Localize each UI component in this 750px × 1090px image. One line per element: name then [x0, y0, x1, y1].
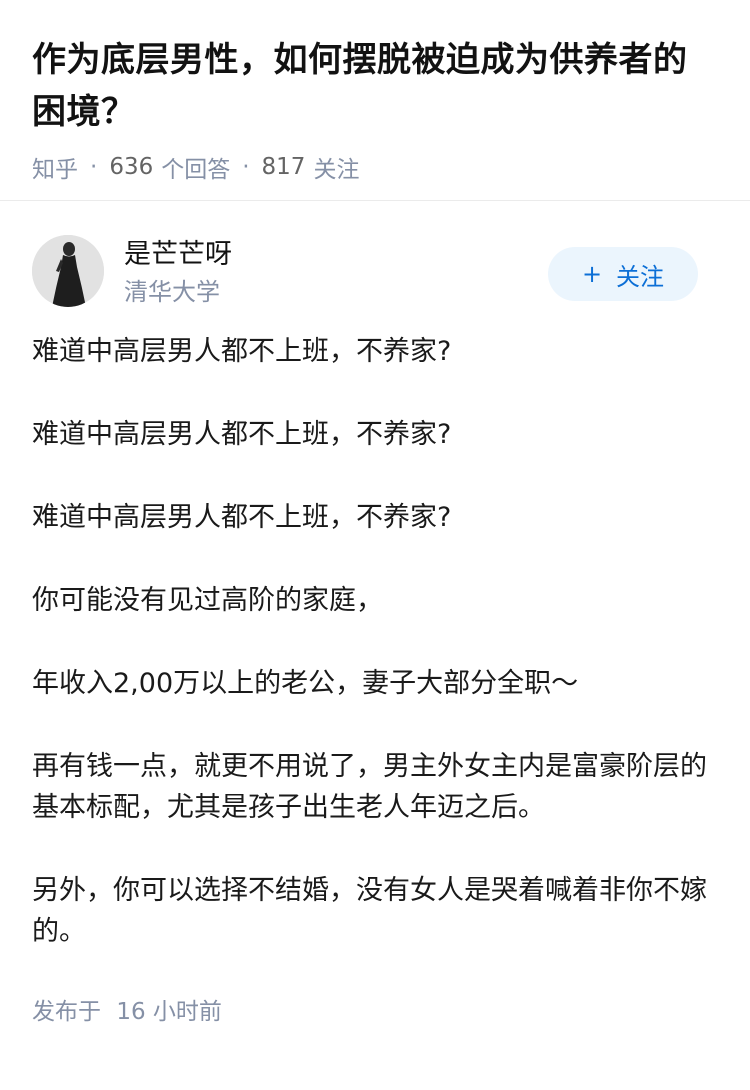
answer-paragraph: 年收入2,00万以上的老公，妻子大部分全职～ — [32, 668, 579, 699]
answer-count: 636 — [109, 154, 154, 180]
author-school: 清华大学 — [124, 278, 220, 306]
author-card: 是芒芒呀 清华大学 + 关注 — [0, 201, 750, 321]
question-header: 作为底层男性，如何摆脱被迫成为供养者的困境？ 知乎 · 636 个回答 · 81… — [0, 0, 750, 200]
answer-paragraph: 再有钱一点，就更不用说了，男主外女主内是富豪阶层的基本标配，尤其是孩子出生老人年… — [32, 751, 707, 823]
meta-separator: · — [242, 154, 250, 180]
avatar[interactable] — [32, 235, 104, 307]
meta-separator: · — [90, 154, 98, 180]
avatar-image — [32, 235, 104, 307]
published-label: 发布于 — [32, 999, 101, 1025]
answer-publish-time: 发布于 16 小时前 — [0, 992, 750, 1026]
question-title[interactable]: 作为底层男性，如何摆脱被迫成为供养者的困境？ — [32, 34, 718, 138]
follower-count-label[interactable]: 关注 — [313, 150, 359, 184]
author-name[interactable]: 是芒芒呀 — [124, 237, 232, 273]
question-meta: 知乎 · 636 个回答 · 817 关注 — [32, 150, 718, 184]
site-name[interactable]: 知乎 — [32, 150, 78, 184]
answer-paragraph: 难道中高层男人都不上班，不养家? — [32, 502, 452, 533]
follow-button[interactable]: + 关注 — [548, 247, 698, 301]
answer-paragraph: 难道中高层男人都不上班，不养家? — [32, 336, 452, 367]
answer-count-label[interactable]: 个回答 — [161, 150, 230, 184]
follower-count: 817 — [261, 154, 306, 180]
plus-icon: + — [581, 260, 603, 288]
author-info: 是芒芒呀 清华大学 — [124, 235, 232, 309]
answer-paragraph: 另外，你可以选择不结婚，没有女人是哭着喊着非你不嫁的。 — [32, 875, 707, 947]
follow-button-label: 关注 — [616, 262, 665, 291]
published-time: 16 小时前 — [116, 999, 222, 1025]
answer-paragraph: 你可能没有见过高阶的家庭， — [32, 585, 383, 616]
answer-content: 难道中高层男人都不上班，不养家? 难道中高层男人都不上班，不养家? 难道中高层男… — [0, 321, 750, 952]
answer-paragraph: 难道中高层男人都不上班，不养家? — [32, 419, 452, 450]
